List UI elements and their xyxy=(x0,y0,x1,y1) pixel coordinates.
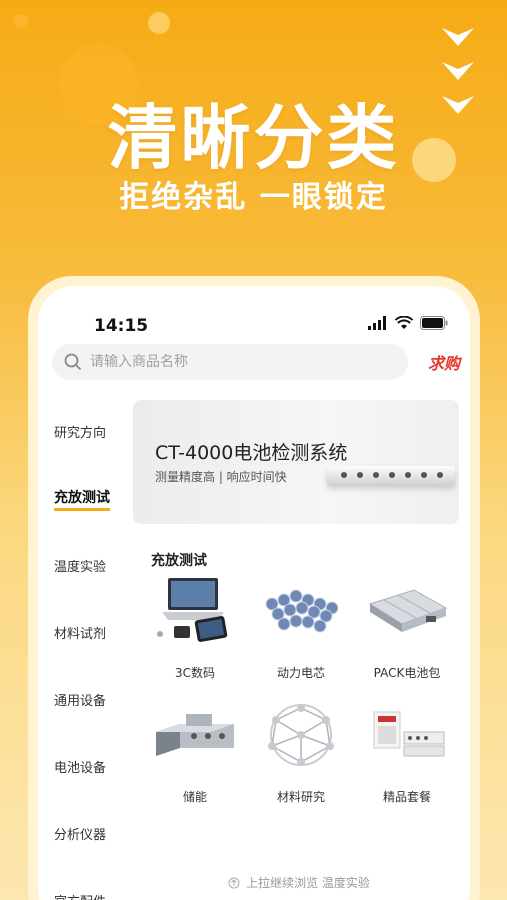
banner-subtitle: 测量精度高 | 响应时间快 xyxy=(155,470,287,484)
sidebar-item-official-accessories[interactable]: 官方配件 xyxy=(38,867,134,900)
sidebar-item-battery-equipment[interactable]: 电池设备 xyxy=(38,733,134,800)
sidebar-item-materials[interactable]: 材料试剂 xyxy=(38,599,134,666)
app-screen: 14:15 求购 研 xyxy=(38,286,470,900)
wifi-icon xyxy=(395,316,413,329)
search-icon xyxy=(64,353,82,371)
sidebar-item-label: 研究方向 xyxy=(54,426,107,441)
sidebar-item-label: 材料试剂 xyxy=(54,627,107,642)
signal-icon xyxy=(368,316,386,330)
search-input[interactable] xyxy=(90,354,370,370)
sidebar-item-research-direction[interactable]: 研究方向 xyxy=(38,398,134,465)
promo-banner[interactable]: CT-4000电池检测系统 测量精度高 | 响应时间快 xyxy=(133,400,459,524)
category-item-material-research[interactable]: 材料研究 xyxy=(248,696,354,810)
sidebar-item-label: 充放测试 xyxy=(54,487,110,511)
status-icons xyxy=(368,316,448,330)
hero-subtitle: 拒绝杂乱 一眼锁定 xyxy=(119,180,388,215)
battery-icon xyxy=(420,316,448,330)
pull-up-hint-text: 上拉继续浏览 温度实验 xyxy=(246,876,370,890)
instrument-set-icon xyxy=(373,711,445,757)
decor-circle-corner xyxy=(14,14,28,28)
chevron-down-icon xyxy=(442,28,474,46)
category-label: 动力电芯 xyxy=(276,666,325,680)
category-sidebar: 研究方向 充放测试 温度实验 材料试剂 通用设备 电池设备 分析仪器 官方配件 xyxy=(38,398,134,900)
category-label: 3C数码 xyxy=(174,666,215,680)
category-item-pack[interactable]: PACK电池包 xyxy=(354,572,460,686)
sidebar-item-analysis-instruments[interactable]: 分析仪器 xyxy=(38,800,134,867)
category-label: PACK电池包 xyxy=(373,666,441,680)
request-purchase-button[interactable]: 求购 xyxy=(428,350,460,374)
chevron-down-icon xyxy=(442,62,474,80)
sidebar-item-general-equipment[interactable]: 通用设备 xyxy=(38,666,134,733)
category-label: 材料研究 xyxy=(276,790,325,804)
sidebar-item-label: 温度实验 xyxy=(54,560,107,575)
category-item-power-cell[interactable]: 动力电芯 xyxy=(248,572,354,686)
arrow-up-circle-icon xyxy=(228,877,240,889)
section-title: 充放测试 xyxy=(151,553,207,569)
battery-tester-image xyxy=(327,466,455,486)
sidebar-item-label: 官方配件 xyxy=(54,891,106,900)
banner-title: CT-4000电池检测系统 xyxy=(155,442,348,464)
molecule-icon xyxy=(268,704,334,766)
sidebar-item-label: 分析仪器 xyxy=(54,828,107,843)
decor-circle-small xyxy=(148,12,170,34)
hero-title: 清晰分类 xyxy=(107,97,400,179)
sidebar-item-temperature[interactable]: 温度实验 xyxy=(38,532,134,599)
phone-frame: 14:15 求购 研 xyxy=(28,276,480,900)
energy-storage-icon xyxy=(156,714,234,756)
laptop-tablet-icon xyxy=(157,578,228,642)
sidebar-item-charge-discharge[interactable]: 充放测试 xyxy=(38,465,134,532)
sidebar-item-label: 电池设备 xyxy=(54,761,107,776)
category-item-3c[interactable]: 3C数码 xyxy=(142,572,248,686)
category-item-energy-storage[interactable]: 储能 xyxy=(142,696,248,810)
category-grid: 3C数码 动力电芯 PACK电池包 储能 材料研究 精品套餐 xyxy=(142,572,462,810)
search-bar[interactable] xyxy=(52,344,408,380)
sidebar-item-label: 通用设备 xyxy=(54,694,107,709)
pull-up-hint: 上拉继续浏览 温度实验 xyxy=(134,874,464,891)
battery-cells-icon xyxy=(265,589,339,633)
category-item-premium-package[interactable]: 精品套餐 xyxy=(354,696,460,810)
battery-pack-icon xyxy=(368,589,448,632)
category-label: 储能 xyxy=(182,790,207,804)
category-label: 精品套餐 xyxy=(382,790,431,804)
status-time: 14:15 xyxy=(94,316,149,336)
